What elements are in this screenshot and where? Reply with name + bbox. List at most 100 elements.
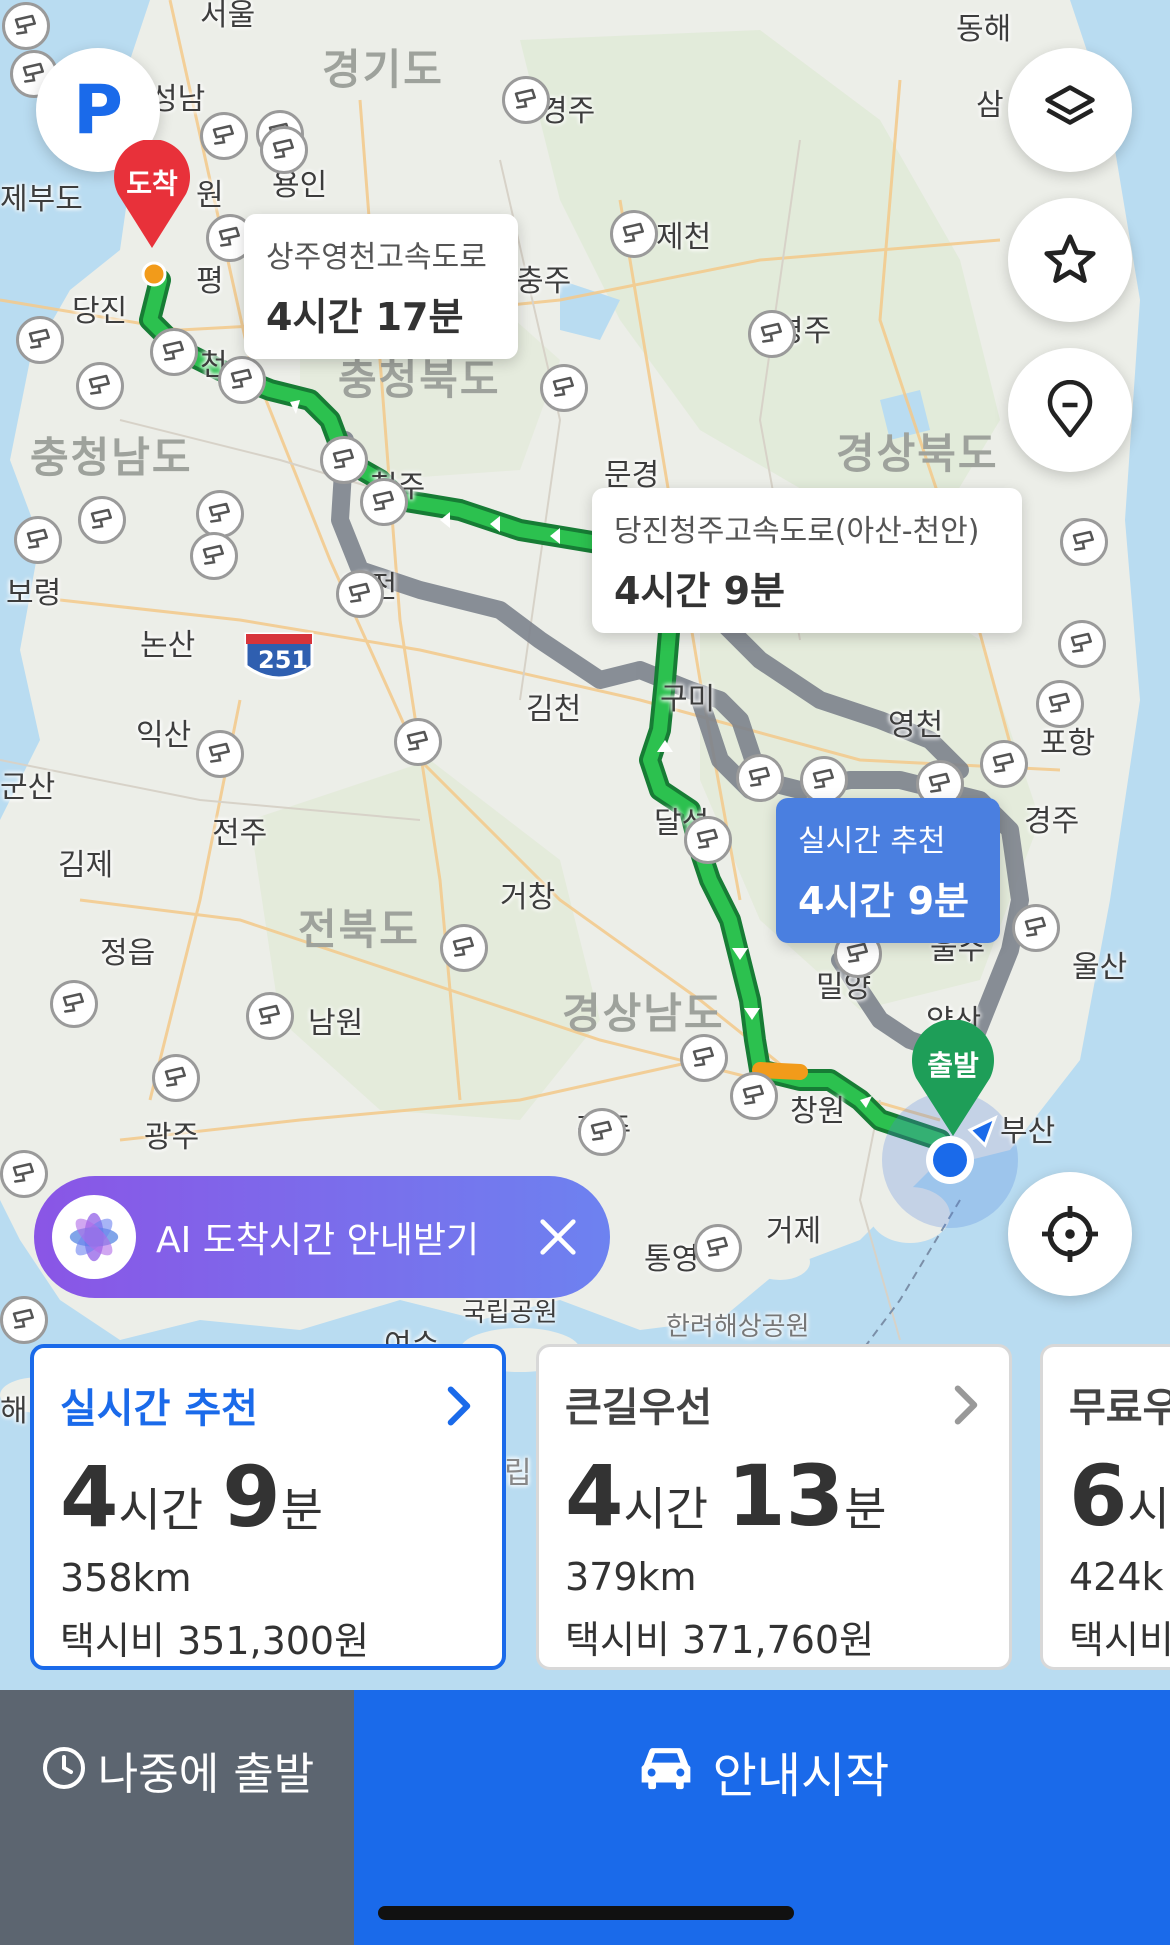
cctv-camera-icon[interactable]: [200, 112, 248, 160]
depart-later-label: 나중에 출발: [97, 1749, 315, 1800]
cctv-camera-icon[interactable]: [78, 496, 126, 544]
cctv-camera-icon[interactable]: [680, 1034, 728, 1082]
cctv-camera-icon[interactable]: [196, 730, 244, 778]
pin-icon: [1047, 380, 1093, 438]
place-label: 군산: [0, 770, 56, 805]
favorite-button[interactable]: [1008, 198, 1132, 322]
cctv-camera-icon[interactable]: [150, 328, 198, 376]
route-card-name: 무료우: [1069, 1385, 1170, 1431]
cctv-camera-icon[interactable]: [360, 478, 408, 526]
cctv-camera-icon[interactable]: [336, 570, 384, 618]
route-hours: 4: [565, 1447, 624, 1545]
car-icon: [641, 1748, 691, 1790]
route-bubble-road: 당진청주고속도로(아산-천안): [614, 514, 980, 549]
departure-pin[interactable]: 출발: [908, 1019, 998, 1138]
route-card-fare: 택시비 351,300원: [60, 1619, 370, 1663]
cctv-camera-icon[interactable]: [16, 316, 64, 364]
cctv-camera-icon[interactable]: [502, 76, 550, 124]
place-label: 충주: [516, 264, 572, 299]
cctv-camera-icon[interactable]: [694, 1224, 742, 1272]
place-label: 원: [196, 178, 224, 213]
waypoint-marker: [141, 261, 167, 287]
cctv-camera-icon[interactable]: [196, 490, 244, 538]
route-minute-unit: 분: [844, 1482, 887, 1536]
place-label: 광주: [144, 1120, 200, 1155]
route-hour-unit: 시: [1127, 1482, 1170, 1536]
cctv-camera-icon[interactable]: [50, 980, 98, 1028]
ai-banner-text: AI 도착시간 안내받기: [156, 1220, 480, 1261]
cctv-camera-icon[interactable]: [540, 364, 588, 412]
cctv-camera-icon[interactable]: [246, 992, 294, 1040]
cctv-camera-icon[interactable]: [730, 1072, 778, 1120]
arrival-pin[interactable]: 도착: [110, 139, 194, 250]
cctv-camera-icon[interactable]: [1012, 904, 1060, 952]
layers-button[interactable]: [1008, 48, 1132, 172]
route-minutes: 9: [222, 1448, 281, 1546]
close-banner-button[interactable]: [518, 1197, 598, 1277]
route-card-name: 실시간 추천: [60, 1386, 258, 1432]
place-label: 전주: [212, 816, 268, 851]
route-bubble-time: 4시간 9분: [798, 879, 969, 923]
route-bubble-sangju[interactable]: 상주영천고속도로 4시간 17분: [244, 214, 518, 359]
place-label: 거창: [500, 880, 556, 915]
ai-arrival-banner[interactable]: AI 도착시간 안내받기: [34, 1176, 610, 1298]
ai-logo-icon: [52, 1195, 136, 1279]
cctv-camera-icon[interactable]: [0, 1296, 48, 1344]
cctv-camera-icon[interactable]: [190, 532, 238, 580]
chevron-right-icon: [954, 1385, 978, 1425]
route-card-time: 4시간 13분: [565, 1447, 983, 1545]
cctv-camera-icon[interactable]: [578, 1108, 626, 1156]
place-label: 한려해상공원: [666, 1312, 810, 1342]
close-icon: [540, 1219, 576, 1255]
cctv-camera-icon[interactable]: [1058, 620, 1106, 668]
place-button[interactable]: [1008, 348, 1132, 472]
cctv-camera-icon[interactable]: [684, 816, 732, 864]
cctv-camera-icon[interactable]: [0, 1150, 48, 1198]
cctv-camera-icon[interactable]: [736, 754, 784, 802]
route-card-distance: 358km: [60, 1556, 192, 1600]
cctv-camera-icon[interactable]: [320, 436, 368, 484]
depart-later-button[interactable]: 나중에 출발: [0, 1690, 354, 1945]
place-label: 논산: [140, 628, 196, 663]
region-label: 경상남도: [562, 989, 725, 1038]
region-label: 경상북도: [836, 429, 999, 478]
cctv-camera-icon[interactable]: [1060, 518, 1108, 566]
place-label: 울산: [1072, 950, 1128, 985]
route-card-distance: 424k: [1069, 1555, 1164, 1599]
cctv-camera-icon[interactable]: [218, 356, 266, 404]
route-card-free-road[interactable]: 무료우 6시 424k 택시비: [1040, 1344, 1170, 1670]
clock-icon: [42, 1747, 85, 1789]
route-card-distance: 379km: [565, 1555, 697, 1599]
cctv-camera-icon[interactable]: [748, 310, 796, 358]
cctv-camera-icon[interactable]: [800, 756, 848, 804]
layers-icon: [1045, 85, 1095, 125]
place-label: 남원: [308, 1006, 364, 1041]
highway-shield-number: 251: [258, 646, 309, 674]
route-hour-unit: 시간: [623, 1482, 709, 1536]
cctv-camera-icon[interactable]: [610, 210, 658, 258]
cctv-camera-icon[interactable]: [394, 718, 442, 766]
route-minute-unit: 분: [280, 1483, 323, 1537]
cctv-camera-icon[interactable]: [440, 924, 488, 972]
cctv-camera-icon[interactable]: [1036, 680, 1084, 728]
cctv-camera-icon[interactable]: [980, 740, 1028, 788]
locate-button[interactable]: [1008, 1172, 1132, 1296]
cctv-camera-icon[interactable]: [260, 126, 308, 174]
route-bubble-time: 4시간 17분: [266, 295, 464, 339]
place-label: 창원: [790, 1094, 846, 1129]
route-card-fare: 택시비: [1069, 1618, 1170, 1662]
cctv-camera-icon[interactable]: [152, 1054, 200, 1102]
place-label: 삼: [976, 88, 1004, 123]
cctv-camera-icon[interactable]: [76, 362, 124, 410]
route-bubble-recommended[interactable]: 실시간 추천 4시간 9분: [776, 798, 1000, 943]
cctv-camera-icon[interactable]: [14, 516, 62, 564]
cctv-camera-icon[interactable]: [2, 2, 50, 50]
chevron-right-icon: [447, 1386, 471, 1426]
route-card-main-road[interactable]: 큰길우선 4시간 13분 379km 택시비 371,760원: [536, 1344, 1012, 1670]
route-bubble-dangjin[interactable]: 당진청주고속도로(아산-천안) 4시간 9분: [592, 488, 1022, 633]
place-label: 경주: [1024, 804, 1080, 839]
place-label: 해: [0, 1394, 28, 1429]
place-label: 구미: [660, 682, 716, 717]
place-label: 동해: [956, 12, 1012, 47]
route-card-recommended[interactable]: 실시간 추천 4시간 9분 358km 택시비 351,300원: [30, 1344, 506, 1670]
